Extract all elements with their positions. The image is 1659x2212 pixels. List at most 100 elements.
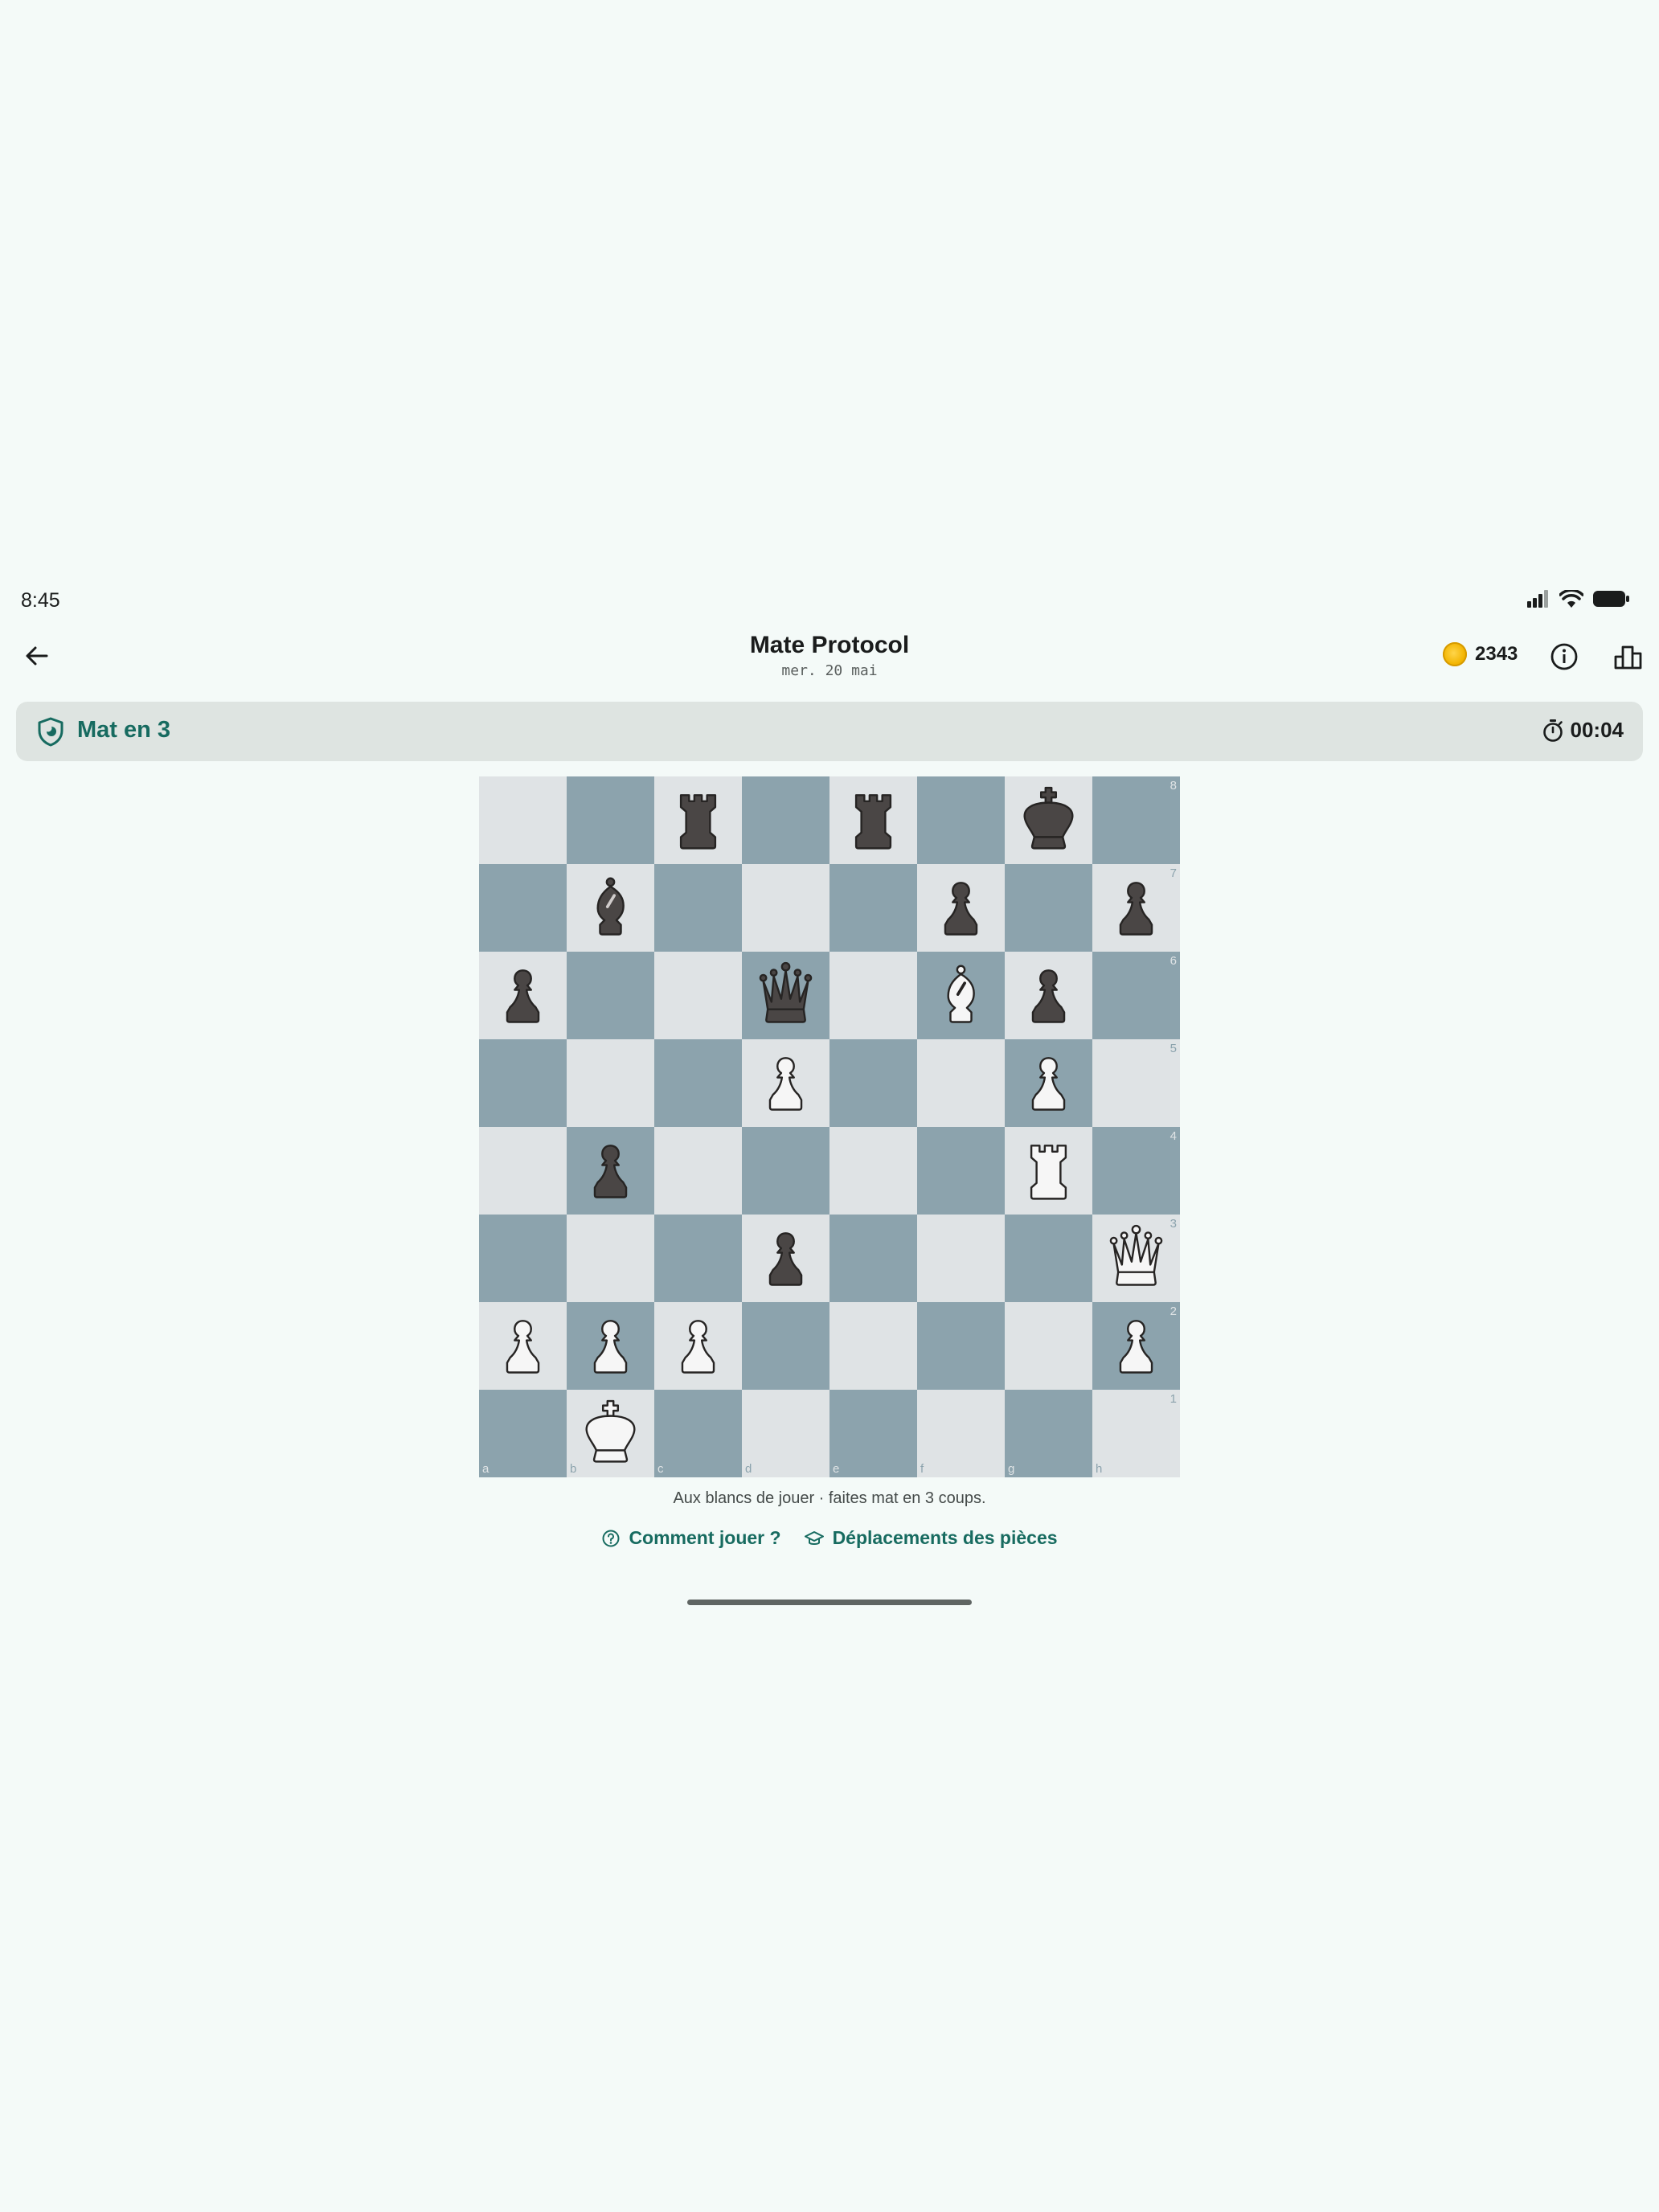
square-h2[interactable]: 2 <box>1092 1302 1180 1390</box>
square-f7[interactable] <box>917 864 1005 952</box>
white-pawn-icon[interactable] <box>1099 1307 1174 1385</box>
square-d8[interactable] <box>742 776 830 864</box>
white-pawn-icon[interactable] <box>748 1044 823 1122</box>
home-indicator[interactable] <box>687 1600 972 1605</box>
white-pawn-icon[interactable] <box>573 1307 648 1385</box>
square-d6[interactable] <box>742 952 830 1039</box>
square-c6[interactable] <box>654 952 742 1039</box>
white-queen-icon[interactable] <box>1099 1219 1174 1297</box>
square-a6[interactable] <box>479 952 567 1039</box>
black-pawn-icon[interactable] <box>573 1132 648 1210</box>
square-f6[interactable] <box>917 952 1005 1039</box>
square-b7[interactable] <box>567 864 654 952</box>
square-a7[interactable] <box>479 864 567 952</box>
square-a8[interactable] <box>479 776 567 864</box>
square-f1[interactable]: f <box>917 1390 1005 1477</box>
rank-label: 3 <box>1169 1217 1177 1231</box>
white-pawn-icon[interactable] <box>661 1307 735 1385</box>
square-f8[interactable] <box>917 776 1005 864</box>
square-g7[interactable] <box>1005 864 1092 952</box>
square-c5[interactable] <box>654 1039 742 1127</box>
square-g2[interactable] <box>1005 1302 1092 1390</box>
square-g5[interactable] <box>1005 1039 1092 1127</box>
square-h3[interactable]: 3 <box>1092 1215 1180 1302</box>
square-f4[interactable] <box>917 1127 1005 1215</box>
square-a5[interactable] <box>479 1039 567 1127</box>
chess-board[interactable]: 87 6 54 3 2 a bcdef g1h <box>479 776 1180 1477</box>
square-h4[interactable]: 4 <box>1092 1127 1180 1215</box>
square-h5[interactable]: 5 <box>1092 1039 1180 1127</box>
file-label: h <box>1096 1462 1103 1476</box>
square-b4[interactable] <box>567 1127 654 1215</box>
black-rook-icon[interactable] <box>836 781 911 859</box>
white-rook-icon[interactable] <box>1011 1132 1086 1210</box>
square-b3[interactable] <box>567 1215 654 1302</box>
black-pawn-icon[interactable] <box>748 1219 823 1297</box>
file-label: f <box>920 1462 924 1476</box>
square-e7[interactable] <box>830 864 917 952</box>
square-a1[interactable]: a <box>479 1390 567 1477</box>
square-g6[interactable] <box>1005 952 1092 1039</box>
square-e1[interactable]: e <box>830 1390 917 1477</box>
square-g1[interactable]: g <box>1005 1390 1092 1477</box>
puzzle-header: Mat en 3 00:04 <box>16 702 1643 761</box>
square-c1[interactable]: c <box>654 1390 742 1477</box>
rank-label: 6 <box>1169 954 1177 968</box>
info-button[interactable] <box>1548 641 1580 673</box>
square-c2[interactable] <box>654 1302 742 1390</box>
square-c8[interactable] <box>654 776 742 864</box>
square-g8[interactable] <box>1005 776 1092 864</box>
square-e2[interactable] <box>830 1302 917 1390</box>
square-e6[interactable] <box>830 952 917 1039</box>
square-e4[interactable] <box>830 1127 917 1215</box>
square-b5[interactable] <box>567 1039 654 1127</box>
piece-moves-link[interactable]: Déplacements des pièces <box>804 1527 1058 1549</box>
square-d7[interactable] <box>742 864 830 952</box>
square-b6[interactable] <box>567 952 654 1039</box>
white-bishop-icon[interactable] <box>924 956 998 1034</box>
black-queen-icon[interactable] <box>748 956 823 1034</box>
square-b1[interactable]: b <box>567 1390 654 1477</box>
square-a3[interactable] <box>479 1215 567 1302</box>
square-d2[interactable] <box>742 1302 830 1390</box>
square-h8[interactable]: 8 <box>1092 776 1180 864</box>
square-e3[interactable] <box>830 1215 917 1302</box>
square-a4[interactable] <box>479 1127 567 1215</box>
how-to-play-link[interactable]: Comment jouer ? <box>601 1527 781 1549</box>
square-d1[interactable]: d <box>742 1390 830 1477</box>
file-label: a <box>482 1462 490 1476</box>
black-pawn-icon[interactable] <box>1099 869 1174 947</box>
square-c4[interactable] <box>654 1127 742 1215</box>
square-g3[interactable] <box>1005 1215 1092 1302</box>
square-h7[interactable]: 7 <box>1092 864 1180 952</box>
square-a2[interactable] <box>479 1302 567 1390</box>
square-d4[interactable] <box>742 1127 830 1215</box>
square-e5[interactable] <box>830 1039 917 1127</box>
square-f3[interactable] <box>917 1215 1005 1302</box>
black-pawn-icon[interactable] <box>485 956 560 1034</box>
app-bar: Mate Protocol mer. 20 mai 2343 <box>0 623 1659 687</box>
square-d5[interactable] <box>742 1039 830 1127</box>
square-f5[interactable] <box>917 1039 1005 1127</box>
square-c3[interactable] <box>654 1215 742 1302</box>
white-pawn-icon[interactable] <box>485 1307 560 1385</box>
square-b8[interactable] <box>567 776 654 864</box>
square-h6[interactable]: 6 <box>1092 952 1180 1039</box>
square-g4[interactable] <box>1005 1127 1092 1215</box>
square-d3[interactable] <box>742 1215 830 1302</box>
shield-icon <box>38 717 63 747</box>
black-bishop-icon[interactable] <box>573 869 648 947</box>
square-c7[interactable] <box>654 864 742 952</box>
coin-balance[interactable]: 2343 <box>1443 642 1518 666</box>
black-rook-icon[interactable] <box>661 781 735 859</box>
white-pawn-icon[interactable] <box>1011 1044 1086 1122</box>
square-h1[interactable]: 1h <box>1092 1390 1180 1477</box>
square-f2[interactable] <box>917 1302 1005 1390</box>
black-king-icon[interactable] <box>1011 781 1086 859</box>
black-pawn-icon[interactable] <box>1011 956 1086 1034</box>
white-king-icon[interactable] <box>573 1395 648 1473</box>
square-b2[interactable] <box>567 1302 654 1390</box>
black-pawn-icon[interactable] <box>924 869 998 947</box>
square-e8[interactable] <box>830 776 917 864</box>
leaderboard-button[interactable] <box>1612 641 1645 673</box>
